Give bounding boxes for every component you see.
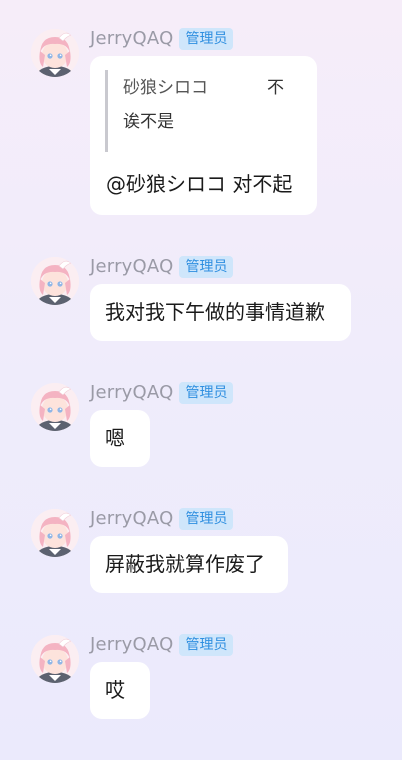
admin-badge: 管理员 [179,256,234,278]
avatar[interactable] [31,635,79,683]
avatar-image-icon [31,29,79,77]
message-bubble[interactable]: 砂狼シロコ 不 诶不是 @砂狼シロコ 对不起 [90,56,317,215]
message-text: 嗯 [105,426,125,450]
message-meta: JerryQAQ 管理员 [90,27,234,51]
message-meta: JerryQAQ 管理员 [90,381,234,405]
sender-nickname[interactable]: JerryQAQ [90,381,173,405]
message-text: 哎 [105,678,125,702]
admin-badge: 管理员 [179,634,234,656]
admin-badge: 管理员 [179,508,234,530]
avatar-image-icon [31,383,79,431]
avatar-image-icon [31,635,79,683]
sender-nickname[interactable]: JerryQAQ [90,27,173,51]
sender-nickname[interactable]: JerryQAQ [90,507,173,531]
message-text: 我对我下午做的事情道歉 [105,300,325,324]
message-bubble[interactable]: 哎 [90,662,150,719]
avatar-image-icon [31,509,79,557]
quoted-reply[interactable]: 砂狼シロコ 不 诶不是 [105,70,295,152]
quoted-text: 不 [267,78,284,98]
avatar[interactable] [31,509,79,557]
admin-badge: 管理员 [179,382,234,404]
avatar-image-icon [31,257,79,305]
quoted-author: 砂狼シロコ [123,78,208,98]
avatar[interactable] [31,383,79,431]
message-text: 屏蔽我就算作废了 [105,552,265,576]
admin-badge: 管理员 [179,28,234,50]
message-meta: JerryQAQ 管理员 [90,507,234,531]
message-bubble[interactable]: 嗯 [90,410,150,467]
quoted-text: 诶不是 [123,112,174,132]
message-text: @砂狼シロコ 对不起 [106,172,293,196]
message-meta: JerryQAQ 管理员 [90,633,234,657]
message-meta: JerryQAQ 管理员 [90,255,234,279]
message-bubble[interactable]: 屏蔽我就算作废了 [90,536,288,593]
message-bubble[interactable]: 我对我下午做的事情道歉 [90,284,351,341]
sender-nickname[interactable]: JerryQAQ [90,255,173,279]
avatar[interactable] [31,257,79,305]
sender-nickname[interactable]: JerryQAQ [90,633,173,657]
avatar[interactable] [31,29,79,77]
